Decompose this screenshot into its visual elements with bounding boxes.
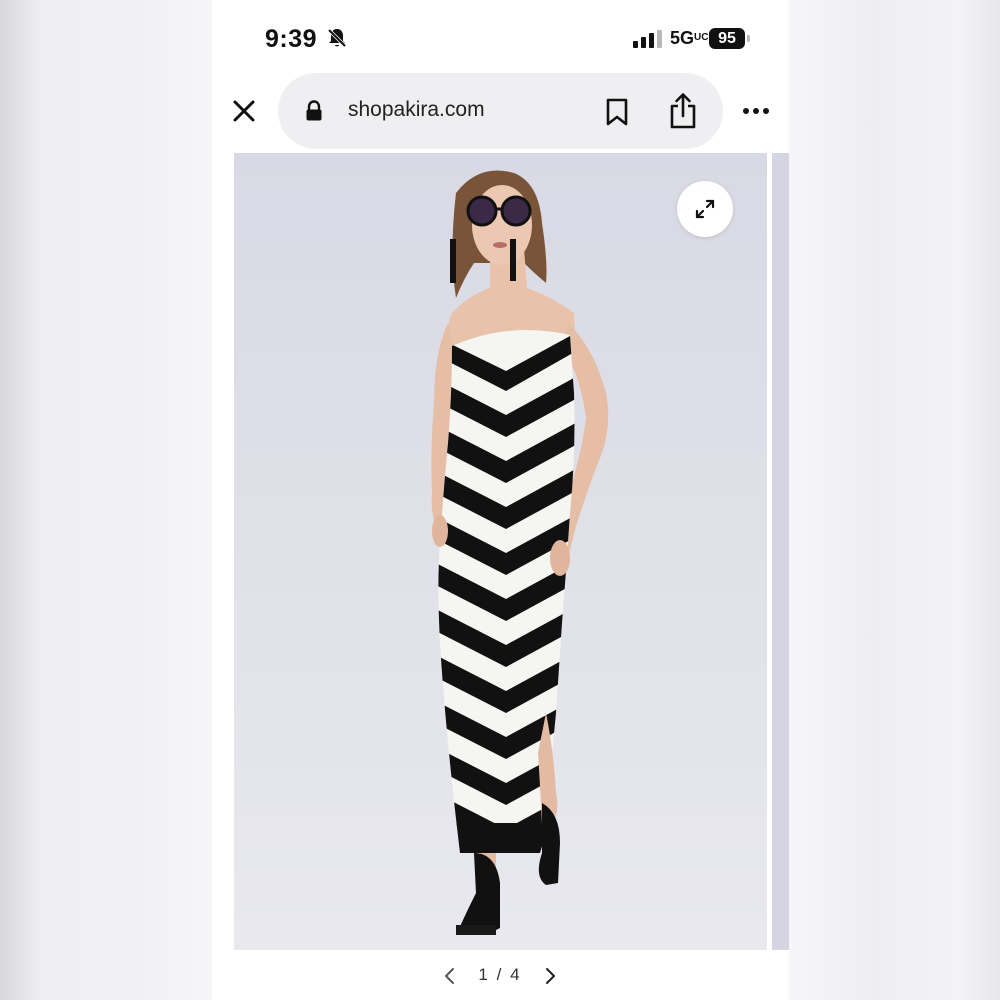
product-image[interactable] [234,153,767,950]
url-text[interactable]: shopakira.com [348,98,485,122]
battery-level: 95 [709,28,745,49]
url-bar[interactable]: shopakira.com [278,73,723,149]
close-icon[interactable] [230,97,258,125]
page-indicator: 1 / 4 [478,965,522,984]
share-icon[interactable] [668,92,698,130]
battery-tip [747,35,750,42]
next-image-peek[interactable] [772,153,789,950]
expand-icon [695,199,715,219]
more-icon[interactable] [742,97,770,125]
network-type: 5GUC [670,28,709,48]
left-backdrop [0,0,212,1000]
image-pager: 1 / 4 [212,960,789,992]
expand-image-button[interactable] [677,181,733,237]
status-time: 9:39 [265,25,318,53]
chevron-left-icon[interactable] [440,964,460,988]
phone-screen: 9:39 5GUC 95 shopakira.com 1 / 4 [212,0,789,1000]
right-backdrop [789,0,1000,1000]
silent-bell-icon [327,28,347,48]
lock-icon [306,100,322,121]
model-illustration [431,170,609,935]
chevron-right-icon[interactable] [540,964,560,988]
bookmark-icon[interactable] [604,97,630,127]
signal-icon [633,30,662,48]
